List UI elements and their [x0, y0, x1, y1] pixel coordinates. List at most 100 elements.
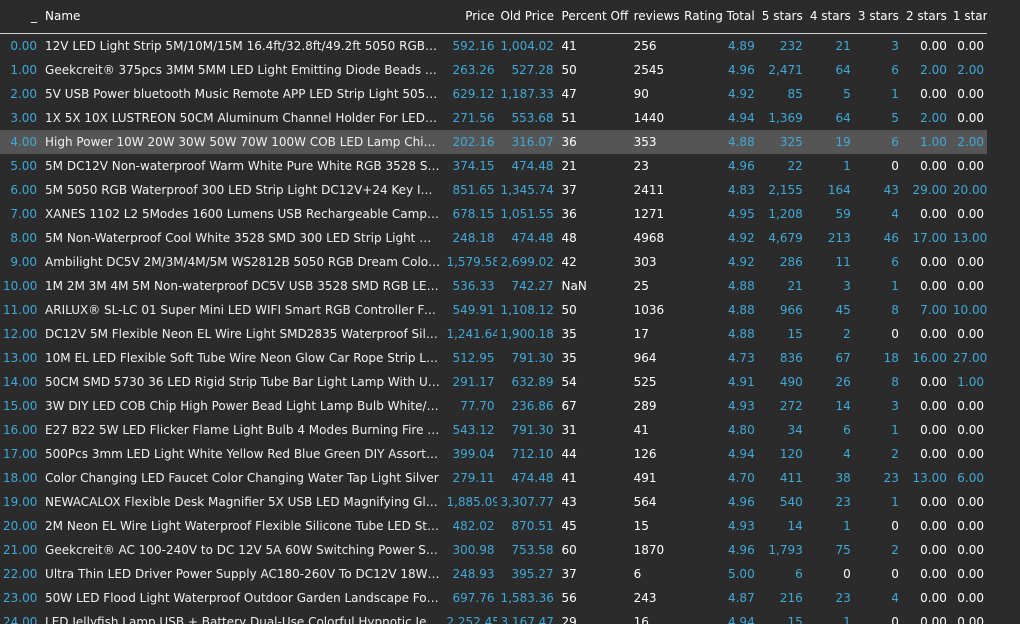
cell-2-stars: 0.00: [920, 159, 947, 173]
cell-rating-total: 4.88: [680, 130, 758, 154]
cell-5-stars: 540: [779, 495, 803, 509]
cell-2-stars: 0.00: [920, 87, 947, 101]
cell-1-star: 2.00: [957, 63, 984, 77]
cell-old-price: 1,004.02: [500, 39, 554, 53]
cell-index: 16.00: [3, 423, 38, 437]
cell-percent-off: 36: [561, 207, 577, 221]
cell-2-stars: 7.00: [920, 303, 947, 317]
cell-index: 15.00: [3, 399, 38, 413]
table-row[interactable]: 20.00 2M Neon EL Wire Light Waterproof Fl…: [0, 514, 987, 538]
cell-name: Geekcreit® AC 100-240V to DC 12V 5A 60W …: [45, 543, 444, 557]
cell-name: DC12V 5M Flexible Neon EL Wire Light SMD…: [45, 327, 444, 341]
cell-1-star: 10.00: [952, 303, 987, 317]
table-row[interactable]: 4.00 High Power 10W 20W 30W 50W 70W 100W …: [0, 130, 987, 154]
cell-reviews: 964: [633, 351, 657, 365]
table-row[interactable]: 16.00 E27 B22 5W LED Flicker Flame Light …: [0, 418, 987, 442]
column-header-name[interactable]: Name: [40, 0, 444, 34]
cell-index: 19.00: [3, 495, 38, 509]
cell-percent-off: 41: [561, 471, 577, 485]
cell-1-star: 0.00: [957, 519, 984, 533]
cell-3-stars: 0: [891, 327, 899, 341]
cell-old-price: 316.07: [497, 130, 557, 154]
table-row[interactable]: 6.00 5M 5050 RGB Waterproof 300 LED Strip…: [0, 178, 987, 202]
column-header-old-price[interactable]: Old Price: [497, 0, 557, 34]
cell-rating-total: 4.80: [727, 423, 755, 437]
cell-2-stars: 0.00: [920, 543, 947, 557]
cell-price: 536.33: [452, 279, 495, 293]
table-row[interactable]: 23.00 50W LED Flood Light Waterproof Outd…: [0, 586, 987, 610]
cell-1-star: 0.00: [957, 615, 984, 624]
cell-index: 8.00: [10, 231, 38, 245]
cell-2-stars: 0.00: [920, 615, 947, 624]
table-row[interactable]: 12.00 DC12V 5M Flexible Neon EL Wire Ligh…: [0, 322, 987, 346]
column-header-4-stars[interactable]: 4 stars: [805, 0, 854, 34]
column-header-2-stars[interactable]: 2 stars: [901, 0, 950, 34]
cell-reviews: 17: [633, 327, 649, 341]
table-row[interactable]: 18.00 Color Changing LED Faucet Color Cha…: [0, 466, 987, 490]
cell-name: Ambilight DC5V 2M/3M/4M/5M WS2812B 5050 …: [45, 255, 444, 269]
cell-3-stars: 0: [891, 615, 899, 624]
cell-price: 271.56: [452, 111, 495, 125]
cell-2-stars: 2.00: [920, 63, 947, 77]
cell-3-stars: 6: [891, 255, 899, 269]
cell-reviews: 525: [633, 375, 657, 389]
cell-index: 20.00: [3, 519, 38, 533]
cell-4-stars: 21: [835, 39, 851, 53]
cell-3-stars: 0: [891, 519, 899, 533]
table-row[interactable]: 10.00 1M 2M 3M 4M 5M Non-waterproof DC5V …: [0, 274, 987, 298]
cell-3-stars: 4: [891, 591, 899, 605]
table-row[interactable]: 2.00 5V USB Power bluetooth Music Remote …: [0, 82, 987, 106]
table-row[interactable]: 8.00 5M Non-Waterproof Cool White 3528 SM…: [0, 226, 987, 250]
table-row[interactable]: 1.00 Geekcreit® 375pcs 3MM 5MM LED Light …: [0, 58, 987, 82]
cell-4-stars: 4: [843, 447, 851, 461]
column-header-5-stars[interactable]: 5 stars: [757, 0, 806, 34]
table-row[interactable]: 22.00 Ultra Thin LED Driver Power Supply …: [0, 562, 987, 586]
table-row[interactable]: 21.00 Geekcreit® AC 100-240V to DC 12V 5A…: [0, 538, 987, 562]
table-row[interactable]: 7.00 XANES 1102 L2 5Modes 1600 Lumens USB…: [0, 202, 987, 226]
cell-index: 6.00: [10, 183, 38, 197]
cell-rating-total: 4.94: [727, 447, 755, 461]
cell-percent-off: 50: [561, 63, 577, 77]
cell-5-stars: 85: [787, 87, 803, 101]
cell-4-stars: 1: [843, 615, 851, 624]
table-row[interactable]: 19.00 NEWACALOX Flexible Desk Magnifier 5…: [0, 490, 987, 514]
cell-5-stars: 21: [787, 279, 803, 293]
column-header-3-stars[interactable]: 3 stars: [853, 0, 902, 34]
cell-index: 24.00: [3, 615, 38, 624]
column-header-rating-total[interactable]: Rating Total: [680, 0, 758, 34]
table-row[interactable]: 5.00 5M DC12V Non-waterproof Warm White P…: [0, 154, 987, 178]
cell-3-stars: 1: [891, 423, 899, 437]
table-row[interactable]: 3.00 1X 5X 10X LUSTREON 50CM Aluminum Cha…: [0, 106, 987, 130]
column-header-price[interactable]: Price: [443, 0, 498, 34]
cell-3-stars: 0: [891, 159, 899, 173]
table-row[interactable]: 15.00 3W DIY LED COB Chip High Power Bead…: [0, 394, 987, 418]
table-row[interactable]: 13.00 10M EL LED Flexible Soft Tube Wire …: [0, 346, 987, 370]
cell-index: 12.00: [3, 327, 38, 341]
cell-name: 5M Non-Waterproof Cool White 3528 SMD 30…: [45, 231, 444, 245]
table-row[interactable]: 14.00 50CM SMD 5730 36 LED Rigid Strip Tu…: [0, 370, 987, 394]
cell-old-price: 753.58: [511, 543, 554, 557]
cell-rating-total: 4.94: [727, 615, 755, 624]
cell-name: Geekcreit® 375pcs 3MM 5MM LED Light Emit…: [45, 63, 444, 77]
cell-rating-total: 4.91: [727, 375, 755, 389]
column-header-index[interactable]: _: [0, 0, 41, 34]
cell-name: 3W DIY LED COB Chip High Power Bead Ligh…: [45, 399, 444, 413]
table-row[interactable]: 11.00 ARILUX® SL-LC 01 Super Mini LED WIF…: [0, 298, 987, 322]
cell-rating-total: 4.88: [727, 279, 755, 293]
cell-name: 1M 2M 3M 4M 5M Non-waterproof DC5V USB 3…: [45, 279, 444, 293]
cell-1-star: 0.00: [957, 399, 984, 413]
table-row[interactable]: 0.00 12V LED Light Strip 5M/10M/15M 16.4f…: [0, 34, 987, 59]
cell-old-price: 1,345.74: [500, 183, 554, 197]
cell-percent-off: 29: [561, 615, 577, 624]
table-row[interactable]: 24.00 LED Jellyfish Lamp USB + Battery Du…: [0, 610, 987, 624]
cell-2-stars: 0.00: [920, 495, 947, 509]
column-header-percent-off[interactable]: Percent Off: [556, 0, 629, 34]
column-header-1-star[interactable]: 1 star: [949, 0, 987, 34]
cell-percent-off: 56: [561, 591, 577, 605]
cell-reviews: 41: [633, 423, 649, 437]
column-header-reviews[interactable]: reviews: [628, 0, 681, 34]
table-row[interactable]: 17.00 500Pcs 3mm LED Light White Yellow R…: [0, 442, 987, 466]
cell-2-stars: 1.00: [901, 130, 950, 154]
cell-4-stars: 59: [835, 207, 851, 221]
table-row[interactable]: 9.00 Ambilight DC5V 2M/3M/4M/5M WS2812B 5…: [0, 250, 987, 274]
